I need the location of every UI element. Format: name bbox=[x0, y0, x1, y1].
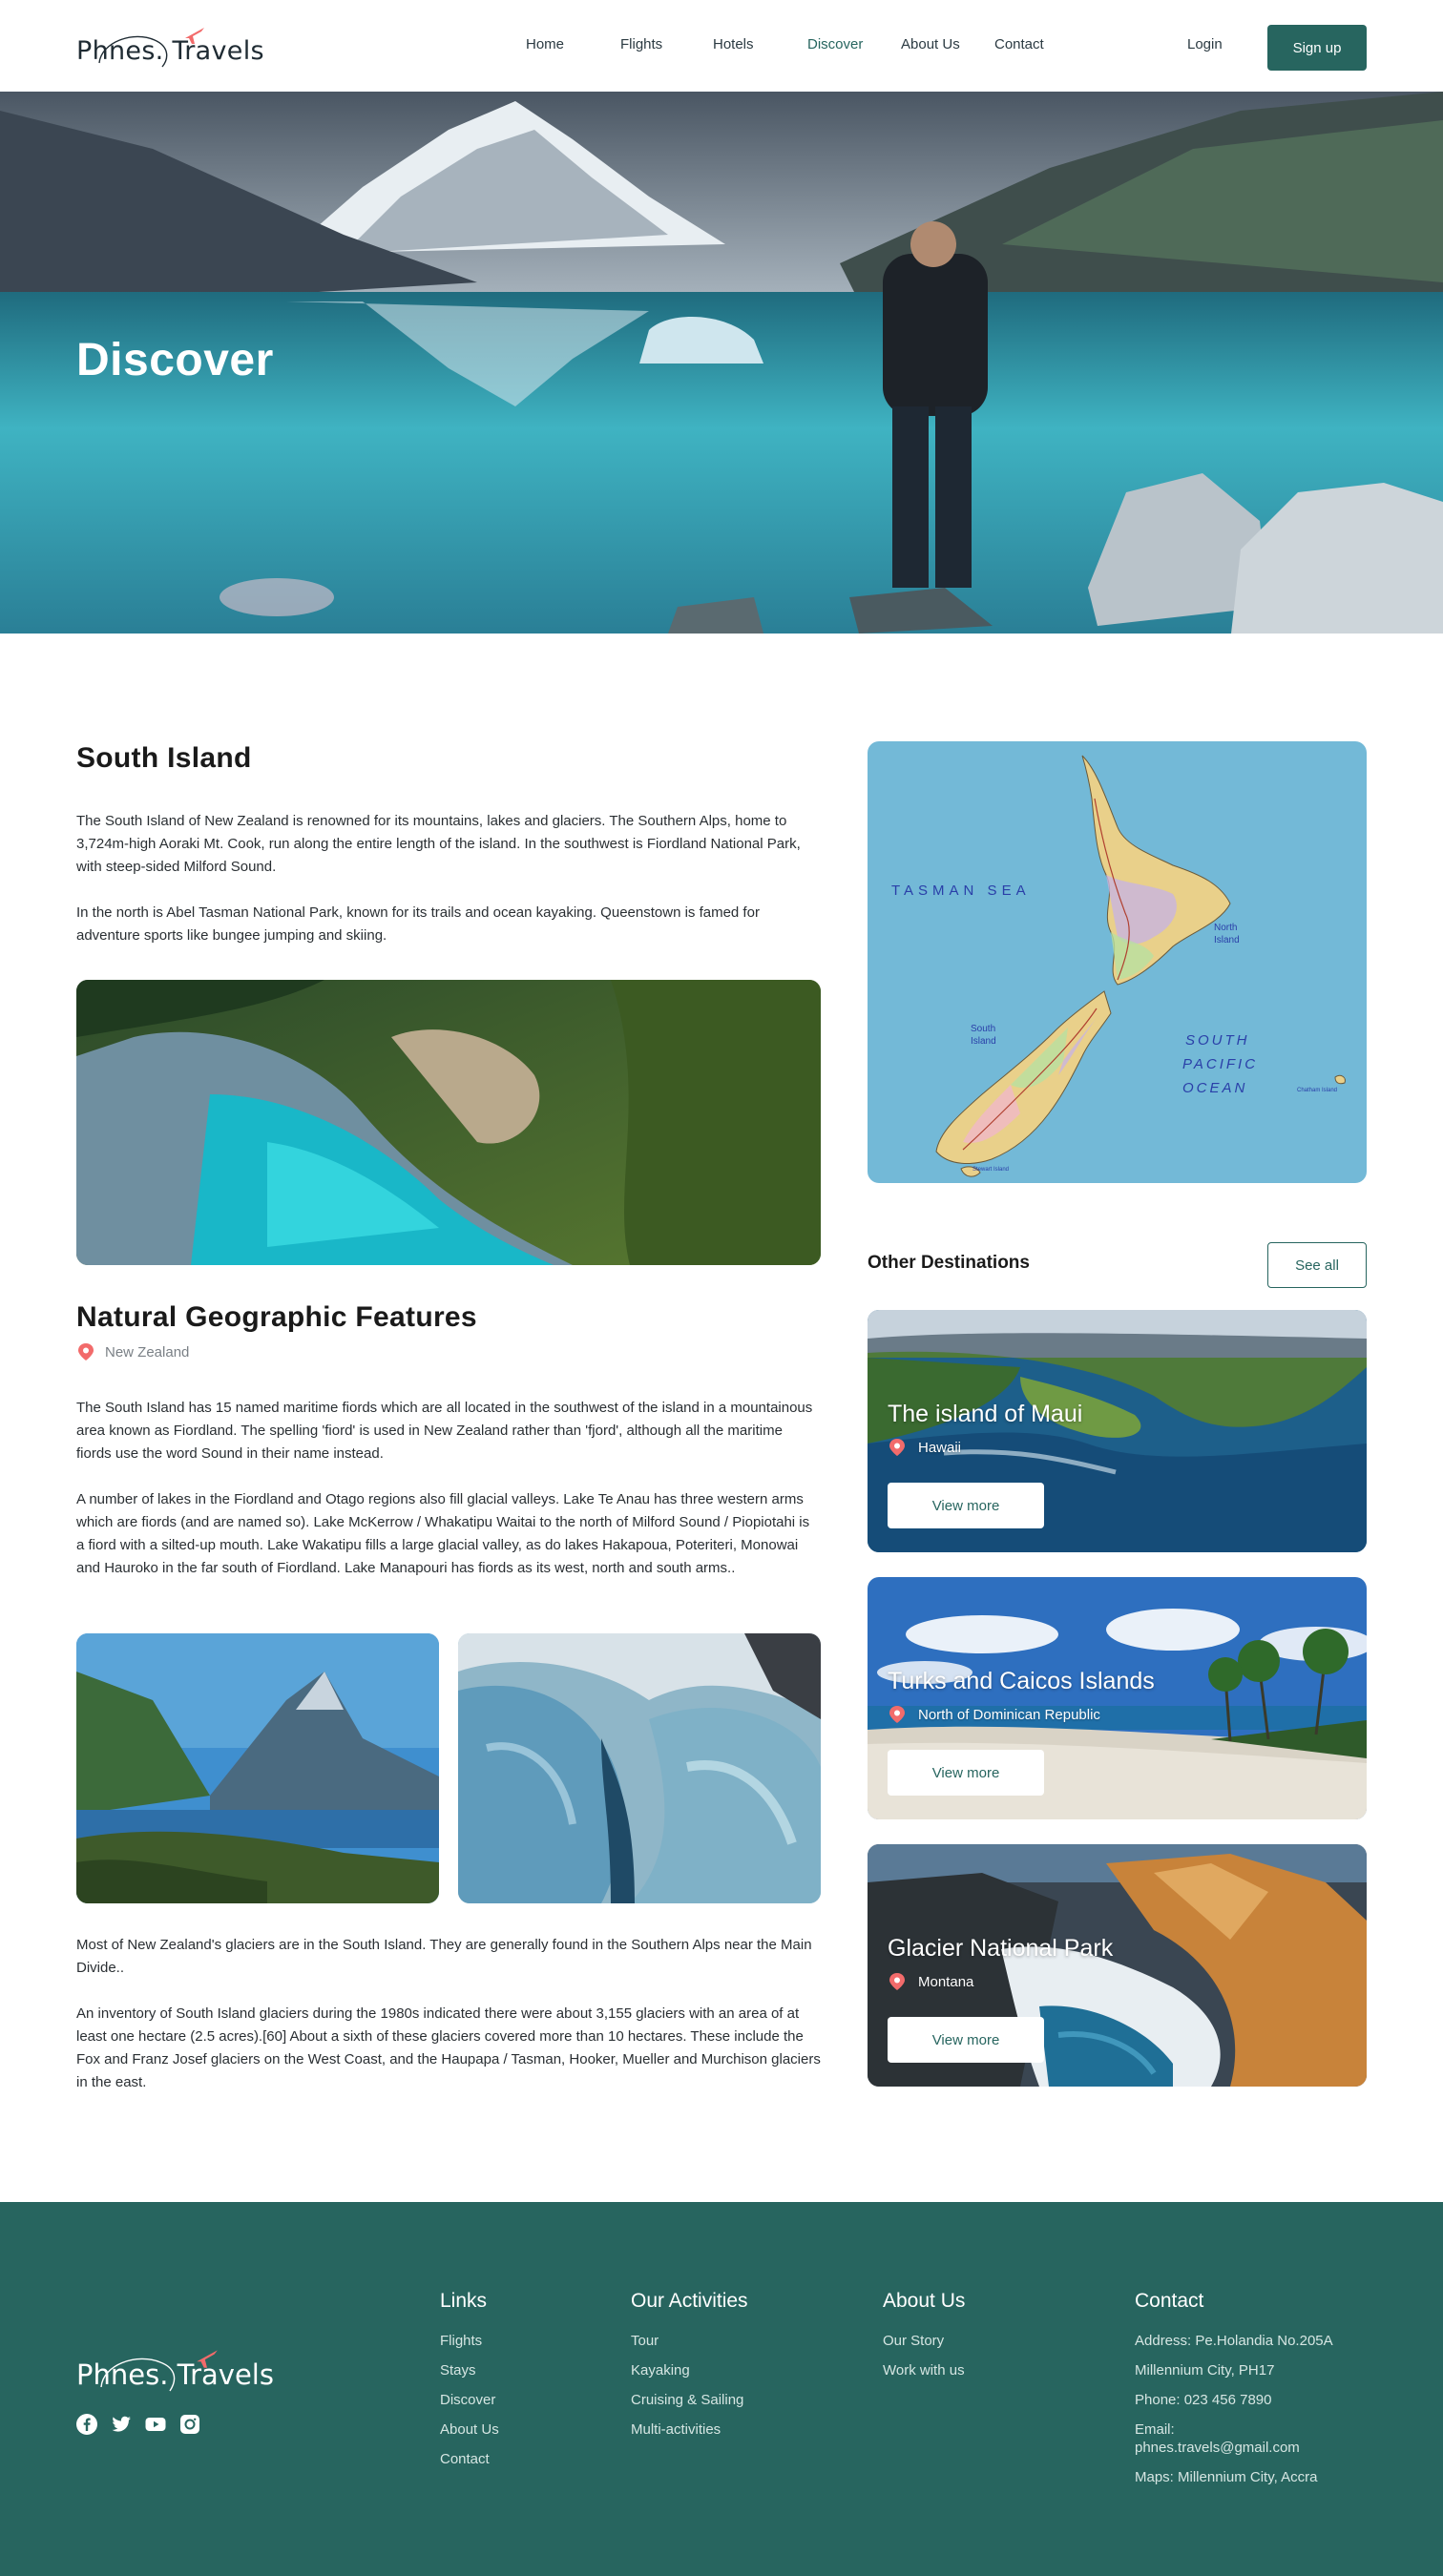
view-more-button[interactable]: View more bbox=[888, 1750, 1044, 1796]
login-link[interactable]: Login bbox=[1187, 36, 1223, 52]
section-location: New Zealand bbox=[76, 1342, 189, 1361]
map-label-south-pacific-1: SOUTH bbox=[1185, 1032, 1250, 1049]
destination-card-glacier-park[interactable]: Glacier National Park Montana View more bbox=[868, 1844, 1367, 2087]
intro-paragraph-1: The South Island of New Zealand is renow… bbox=[76, 813, 801, 875]
footer-link-our-story[interactable]: Our Story bbox=[883, 2326, 965, 2356]
destination-location: Montana bbox=[888, 1972, 973, 1991]
hero-title: Discover bbox=[76, 335, 274, 385]
footer-about-column: About Us Our Story Work with us bbox=[883, 2290, 965, 2385]
footer-contact-column: Contact Address: Pe.Holandia No.205A Mil… bbox=[1135, 2290, 1333, 2492]
footer-link-discover[interactable]: Discover bbox=[440, 2385, 499, 2415]
map-label-north-island-2: Island bbox=[1214, 935, 1240, 945]
destination-card-turks-caicos[interactable]: Turks and Caicos Islands North of Domini… bbox=[868, 1577, 1367, 1819]
section-paragraph-1: The South Island has 15 named maritime f… bbox=[76, 1400, 813, 1462]
contact-phone: Phone: 023 456 7890 bbox=[1135, 2392, 1272, 2408]
nav-about-us[interactable]: About Us bbox=[901, 36, 960, 52]
destination-name: Turks and Caicos Islands bbox=[888, 1668, 1155, 1694]
footer-link-flights[interactable]: Flights bbox=[440, 2326, 499, 2356]
destination-location-text: North of Dominican Republic bbox=[918, 1706, 1100, 1723]
contact-address-line-2: Millennium City, PH17 bbox=[1135, 2362, 1275, 2379]
youtube-icon[interactable] bbox=[145, 2414, 166, 2435]
footer-link-kayaking[interactable]: Kayaking bbox=[631, 2356, 748, 2385]
footer-link-about-us[interactable]: About Us bbox=[440, 2415, 499, 2444]
site-header: Phnes. Travels Home Flights Hotels Disco… bbox=[0, 0, 1443, 92]
location-pin-icon bbox=[889, 1973, 905, 1990]
article-title: South Island bbox=[76, 742, 252, 774]
nav-contact[interactable]: Contact bbox=[994, 36, 1044, 52]
nav-hotels[interactable]: Hotels bbox=[713, 36, 754, 52]
footer-links-title: Links bbox=[440, 2290, 488, 2312]
destination-location-text: Montana bbox=[918, 1973, 974, 1990]
closing-paragraph-1: Most of New Zealand's glaciers are in th… bbox=[76, 1937, 812, 1976]
map-label-south-pacific-2: PACIFIC bbox=[1182, 1056, 1259, 1072]
site-footer: Phnes. Travels Links Flights Stays Disco… bbox=[0, 2202, 1443, 2576]
footer-activities-column: Our Activities Tour Kayaking Cruising & … bbox=[631, 2290, 748, 2444]
destination-name: The island of Maui bbox=[888, 1401, 1083, 1427]
nav-home[interactable]: Home bbox=[526, 36, 564, 52]
view-more-button[interactable]: View more bbox=[888, 1483, 1044, 1528]
twitter-icon[interactable] bbox=[111, 2414, 132, 2435]
footer-link-cruising[interactable]: Cruising & Sailing bbox=[631, 2385, 748, 2415]
other-destinations-title: Other Destinations bbox=[868, 1253, 1030, 1273]
brand-logo[interactable]: Phnes. Travels bbox=[76, 25, 267, 73]
footer-about-title: About Us bbox=[883, 2290, 966, 2312]
footer-brand-logo[interactable]: Phnes. Travels bbox=[76, 2347, 286, 2395]
contact-email[interactable]: phnes.travels@gmail.com bbox=[1135, 2439, 1333, 2457]
footer-link-multi-activities[interactable]: Multi-activities bbox=[631, 2415, 748, 2444]
facebook-icon[interactable] bbox=[76, 2414, 97, 2435]
footer-link-work-with-us[interactable]: Work with us bbox=[883, 2356, 965, 2385]
closing-paragraph-2: An inventory of South Island glaciers du… bbox=[76, 2005, 821, 2090]
location-pin-icon bbox=[78, 1343, 94, 1361]
map-label-south-pacific-3: OCEAN bbox=[1182, 1080, 1248, 1096]
footer-link-tour[interactable]: Tour bbox=[631, 2326, 748, 2356]
map-label-south-island-1: South bbox=[971, 1024, 996, 1034]
gorge-river-image bbox=[76, 980, 821, 1265]
footer-brand-name: Phnes. Travels bbox=[76, 2358, 274, 2391]
contact-email-block: Email: phnes.travels@gmail.com bbox=[1135, 2415, 1333, 2462]
new-zealand-map-image bbox=[935, 755, 1346, 1177]
location-pin-icon bbox=[889, 1706, 905, 1723]
footer-activities-title: Our Activities bbox=[631, 2290, 748, 2312]
hero-banner: Discover bbox=[0, 92, 1443, 634]
social-links bbox=[76, 2414, 200, 2435]
location-pin-icon bbox=[889, 1439, 905, 1456]
signup-button[interactable]: Sign up bbox=[1267, 25, 1367, 71]
section-paragraph-2: A number of lakes in the Fiordland and O… bbox=[76, 1491, 810, 1576]
contact-maps: Maps: Millennium City, Accra bbox=[1135, 2469, 1318, 2485]
footer-link-contact[interactable]: Contact bbox=[440, 2444, 499, 2474]
contact-email-label: Email: bbox=[1135, 2421, 1175, 2438]
see-all-button[interactable]: See all bbox=[1267, 1242, 1367, 1288]
nav-discover[interactable]: Discover bbox=[807, 36, 863, 52]
destination-location: Hawaii bbox=[888, 1438, 961, 1457]
new-zealand-map: TASMAN SEA North Island South Island SOU… bbox=[868, 741, 1367, 1183]
destination-location: North of Dominican Republic bbox=[888, 1705, 1100, 1724]
contact-address-line-1: Address: Pe.Holandia No.205A bbox=[1135, 2333, 1333, 2349]
fiord-mountain-image bbox=[76, 1633, 439, 1903]
destination-location-text: Hawaii bbox=[918, 1439, 962, 1456]
section-title: Natural Geographic Features bbox=[76, 1301, 477, 1333]
brand-name: Phnes. Travels bbox=[76, 36, 264, 66]
map-label-south-island-2: Island bbox=[971, 1036, 996, 1047]
instagram-icon[interactable] bbox=[179, 2414, 200, 2435]
view-more-button[interactable]: View more bbox=[888, 2017, 1044, 2063]
footer-link-stays[interactable]: Stays bbox=[440, 2356, 499, 2385]
map-label-north-island-1: North bbox=[1214, 923, 1238, 933]
destination-card-maui[interactable]: The island of Maui Hawaii View more bbox=[868, 1310, 1367, 1552]
intro-paragraph-2: In the north is Abel Tasman National Par… bbox=[76, 904, 760, 944]
footer-contact-title: Contact bbox=[1135, 2290, 1204, 2312]
footer-links-column: Links Flights Stays Discover About Us Co… bbox=[440, 2290, 499, 2474]
map-label-chatham: Chatham Island bbox=[1297, 1088, 1338, 1093]
map-label-stewart: Stewart Island bbox=[972, 1167, 1010, 1173]
section-location-text: New Zealand bbox=[105, 1343, 190, 1361]
nav-flights[interactable]: Flights bbox=[620, 36, 662, 52]
map-label-tasman-sea: TASMAN SEA bbox=[891, 883, 1031, 899]
ice-cave-image bbox=[458, 1633, 821, 1903]
destination-name: Glacier National Park bbox=[888, 1935, 1114, 1962]
